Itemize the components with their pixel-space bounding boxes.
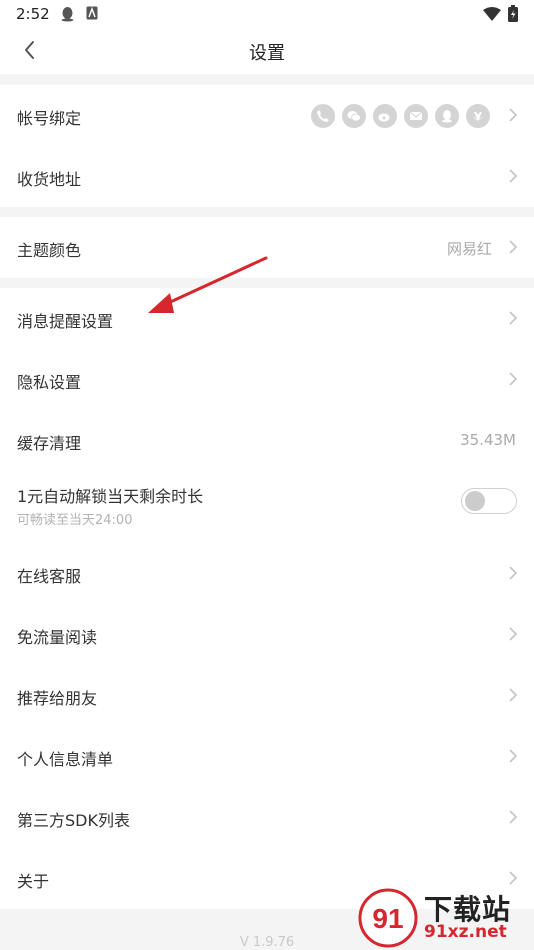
qq-notification-icon	[61, 7, 74, 22]
free-data-reading-label: 免流量阅读	[17, 628, 98, 647]
status-time: 2:52	[16, 5, 50, 23]
shipping-address-row[interactable]: 收货地址	[0, 146, 534, 207]
chevron-right-icon	[509, 810, 517, 824]
privacy-settings-label: 隐私设置	[17, 373, 82, 392]
watermark-site: 91xz.net	[424, 922, 507, 942]
about-label: 关于	[17, 872, 50, 891]
theme-color-label: 主题颜色	[17, 241, 82, 260]
personal-info-list-row[interactable]: 个人信息清单	[0, 726, 534, 787]
auto-unlock-toggle[interactable]	[461, 488, 517, 514]
notification-settings-row[interactable]: 消息提醒设置	[0, 288, 534, 349]
general-group: 消息提醒设置 隐私设置 缓存清理 35.43M 1元自动解锁当天剩余时长 可畅读…	[0, 288, 534, 543]
chevron-right-icon	[509, 566, 517, 580]
account-binding-label: 帐号绑定	[17, 109, 82, 128]
cache-size-value: 35.43M	[460, 431, 516, 449]
online-service-row[interactable]: 在线客服	[0, 543, 534, 604]
cache-clear-label: 缓存清理	[17, 434, 82, 453]
chevron-right-icon	[509, 240, 517, 254]
chevron-right-icon	[509, 688, 517, 702]
more-group: 在线客服 免流量阅读 推荐给朋友 个人信息清单 第三方SDK列表 关于	[0, 543, 534, 909]
auto-unlock-row: 1元自动解锁当天剩余时长 可畅读至当天24:00	[0, 471, 534, 543]
notification-settings-label: 消息提醒设置	[17, 312, 114, 331]
huawei-icon	[466, 104, 490, 128]
privacy-settings-row[interactable]: 隐私设置	[0, 349, 534, 410]
account-group: 帐号绑定 收货地址	[0, 85, 534, 207]
shipping-address-label: 收货地址	[17, 170, 82, 189]
chevron-right-icon	[509, 372, 517, 386]
auto-unlock-label: 1元自动解锁当天剩余时长	[17, 487, 204, 506]
chevron-right-icon	[509, 871, 517, 885]
qq-icon	[435, 104, 459, 128]
watermark-logo: 91	[358, 888, 418, 948]
recommend-friends-label: 推荐给朋友	[17, 689, 98, 708]
app-notification-icon	[86, 6, 98, 20]
page-title: 设置	[249, 43, 285, 64]
personal-info-list-label: 个人信息清单	[17, 750, 114, 769]
chevron-right-icon	[509, 627, 517, 641]
chevron-right-icon	[509, 108, 517, 122]
cache-clear-row[interactable]: 缓存清理 35.43M	[0, 410, 534, 471]
auto-unlock-subtitle: 可畅读至当天24:00	[17, 513, 133, 528]
wechat-icon	[342, 104, 366, 128]
third-party-sdk-row[interactable]: 第三方SDK列表	[0, 787, 534, 848]
chevron-right-icon	[509, 749, 517, 763]
online-service-label: 在线客服	[17, 567, 82, 586]
chevron-right-icon	[509, 311, 517, 325]
theme-color-row[interactable]: 主题颜色 网易红	[0, 217, 534, 278]
mail-icon	[404, 104, 428, 128]
watermark-logo-text: 91	[372, 903, 403, 934]
phone-icon	[311, 104, 335, 128]
social-accounts	[311, 104, 490, 128]
chevron-right-icon	[509, 169, 517, 183]
status-bar: 2:52	[0, 0, 534, 28]
toggle-knob	[465, 491, 485, 511]
third-party-sdk-label: 第三方SDK列表	[17, 811, 130, 830]
theme-group: 主题颜色 网易红	[0, 217, 534, 278]
recommend-friends-row[interactable]: 推荐给朋友	[0, 665, 534, 726]
theme-color-value: 网易红	[446, 240, 492, 258]
free-data-reading-row[interactable]: 免流量阅读	[0, 604, 534, 665]
battery-icon	[508, 5, 518, 22]
weibo-icon	[373, 104, 397, 128]
app-bar: 设置	[0, 28, 534, 74]
account-binding-row[interactable]: 帐号绑定	[0, 85, 534, 146]
wifi-icon	[483, 7, 501, 21]
site-watermark: 91 下载站 91xz.net	[358, 888, 528, 948]
